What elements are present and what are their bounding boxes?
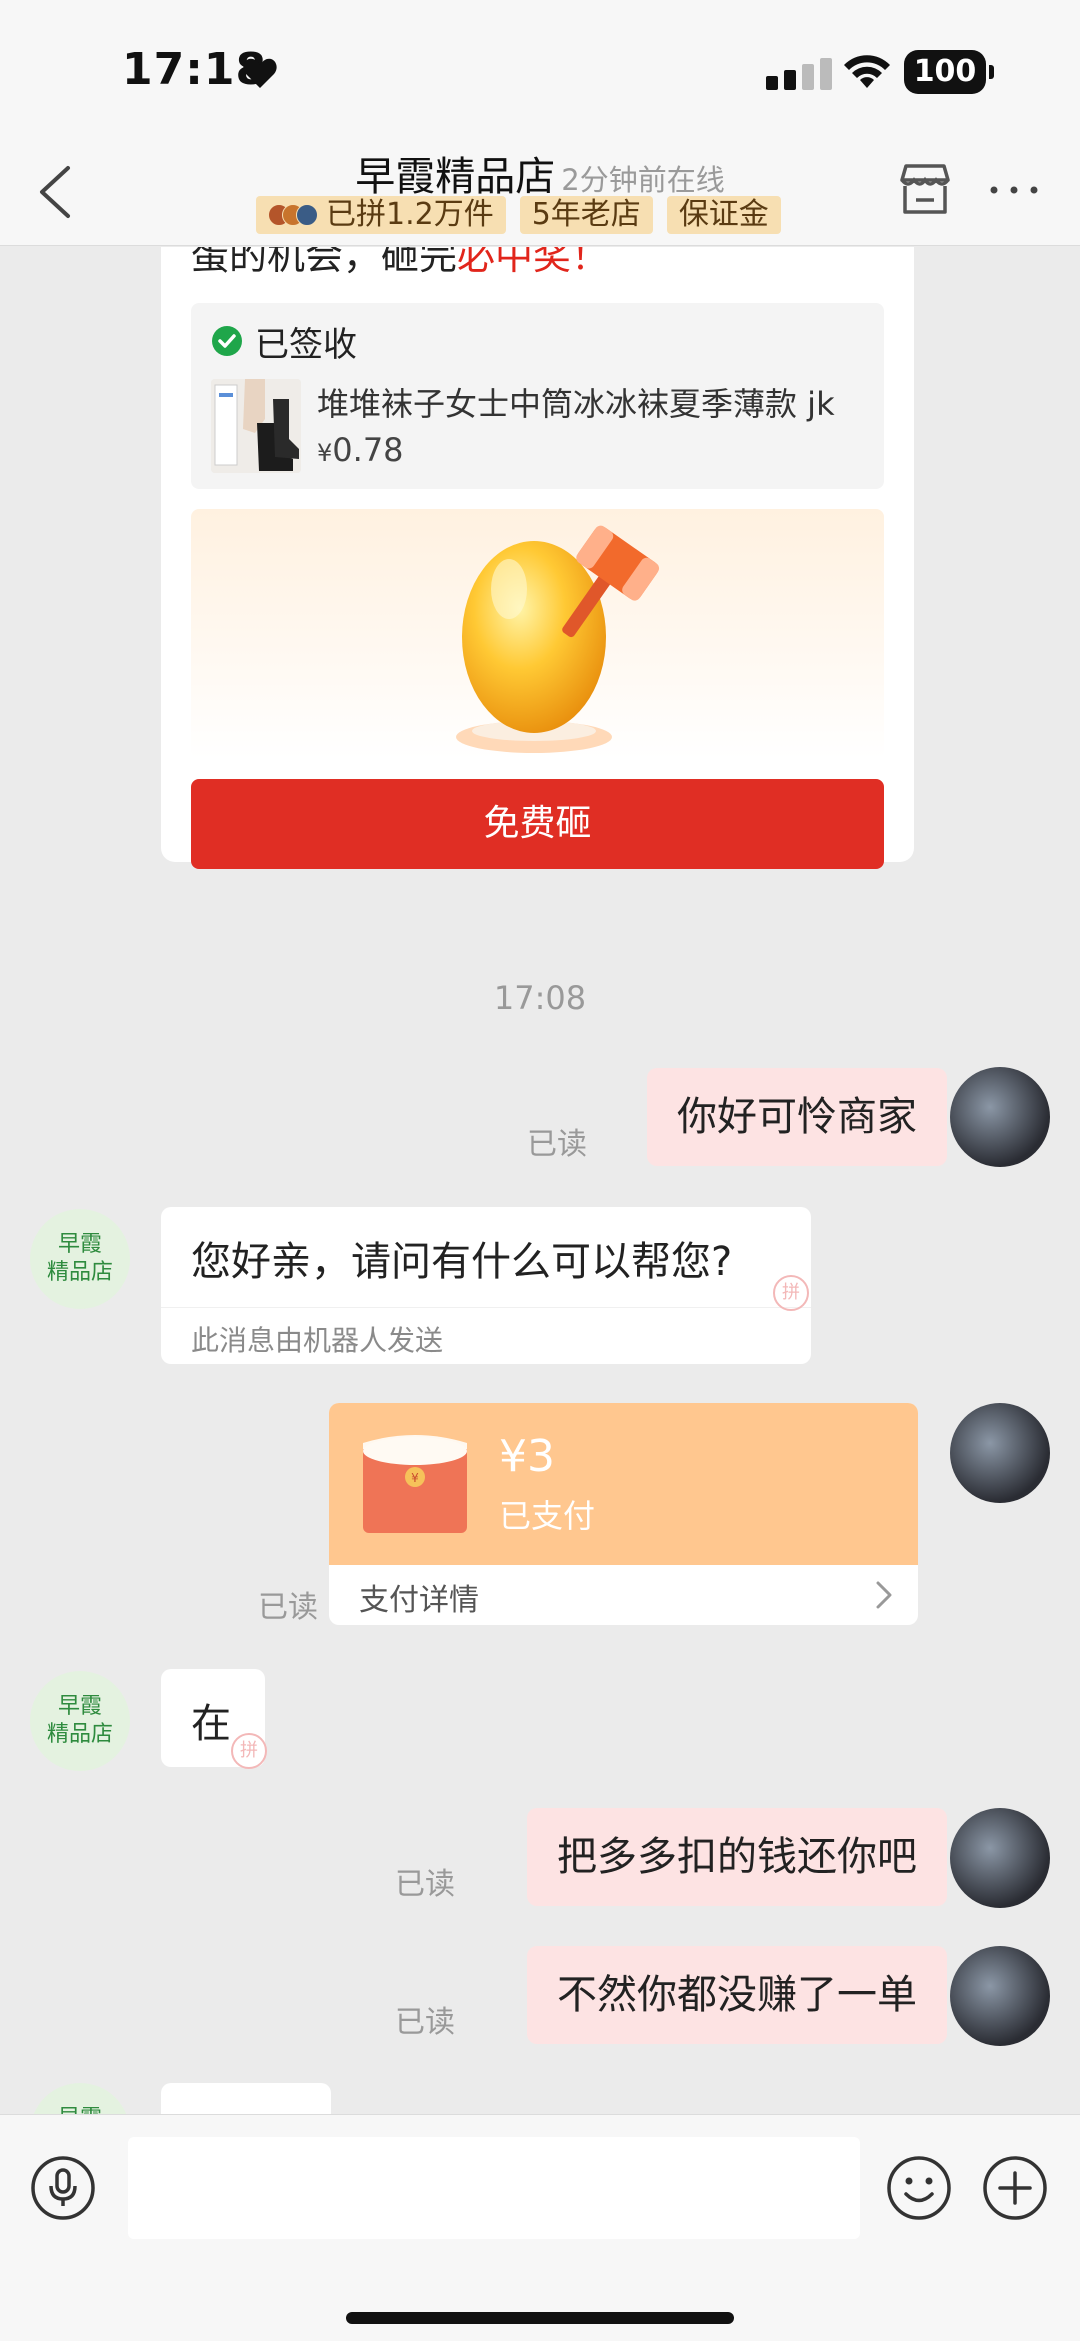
product-price: ¥0.78 bbox=[317, 431, 404, 469]
shop-avatar-line2: 精品店 bbox=[46, 1722, 113, 1747]
svg-text:¥: ¥ bbox=[411, 1471, 419, 1485]
incoming-message-text: 您好亲，请问有什么可以帮您? bbox=[191, 1239, 733, 1285]
check-circle-icon bbox=[212, 326, 242, 356]
chat-messages[interactable]: 蛋的机会，砸完必中奖！ 已签收 堆堆袜子女士中筒冰冰袜夏季薄款 jk ¥0.78 bbox=[0, 247, 1080, 2114]
red-packet-top: ¥ ¥3 已支付 bbox=[329, 1403, 918, 1565]
shop-avatar[interactable]: 早霞 bbox=[30, 2083, 130, 2114]
wifi-icon bbox=[844, 55, 890, 88]
read-receipt: 已读 bbox=[258, 1590, 318, 1625]
red-packet-card[interactable]: ¥ ¥3 已支付 支付详情 bbox=[329, 1403, 918, 1625]
sales-badge: 已拼1.2万件 bbox=[256, 196, 506, 234]
shop-avatar[interactable]: 早霞 精品店 bbox=[30, 1209, 130, 1309]
promo-text: 蛋的机会，砸完必中奖！ bbox=[191, 247, 609, 280]
chat-header: 早霞精品店 2分钟前在线 已拼1.2万件 5年老店 保证金 bbox=[0, 140, 1080, 246]
read-receipt: 已读 bbox=[527, 1127, 587, 1162]
order-item[interactable]: 已签收 堆堆袜子女士中筒冰冰袜夏季薄款 jk ¥0.78 bbox=[191, 303, 884, 489]
incoming-message[interactable]: 在 拼 bbox=[161, 1669, 267, 1769]
read-receipt: 已读 bbox=[395, 1867, 455, 1902]
product-name: 堆堆袜子女士中筒冰冰袜夏季薄款 jk bbox=[317, 385, 835, 423]
outgoing-message[interactable]: 你好可怜商家 bbox=[647, 1068, 947, 1166]
promo-text-highlight: 必中奖！ bbox=[457, 247, 610, 278]
red-packet-amount: ¥3 bbox=[499, 1431, 555, 1482]
shop-avatar-line1: 早霞 bbox=[57, 1232, 102, 1257]
outgoing-message[interactable]: 把多多扣的钱还你吧 bbox=[527, 1808, 947, 1906]
message-input[interactable] bbox=[128, 2137, 860, 2239]
pdd-watermark-icon: 拼 bbox=[773, 1275, 809, 1311]
price-currency: ¥ bbox=[317, 439, 333, 467]
pdd-watermark-icon: 拼 bbox=[231, 1733, 267, 1769]
battery-indicator: 100 bbox=[904, 50, 994, 94]
plus-icon[interactable] bbox=[982, 2155, 1048, 2221]
buyer-avatars-icon bbox=[268, 204, 318, 226]
shop-badges: 已拼1.2万件 5年老店 保证金 bbox=[256, 196, 781, 234]
read-receipt: 已读 bbox=[395, 2005, 455, 2040]
input-bar bbox=[0, 2114, 1080, 2341]
deposit-badge: 保证金 bbox=[666, 196, 781, 234]
emoji-icon[interactable] bbox=[886, 2155, 952, 2221]
red-envelope-icon: ¥ bbox=[363, 1435, 467, 1533]
store-age-badge: 5年老店 bbox=[519, 196, 653, 234]
home-indicator bbox=[346, 2312, 734, 2324]
user-avatar[interactable] bbox=[950, 1946, 1050, 2046]
microphone-icon[interactable] bbox=[30, 2155, 96, 2221]
chevron-right-icon bbox=[876, 1581, 892, 1609]
incoming-message[interactable]: 您好亲，请问有什么可以帮您? 此消息由机器人发送 拼 bbox=[161, 1207, 811, 1364]
payment-detail-link[interactable]: 支付详情 bbox=[329, 1565, 918, 1625]
cellular-signal-icon bbox=[766, 58, 832, 90]
incoming-message-text: 在 bbox=[191, 1701, 231, 1747]
status-bar: 17:18 100 bbox=[0, 0, 1080, 140]
bot-note: 此消息由机器人发送 bbox=[191, 1324, 444, 1357]
price-value: 0.78 bbox=[332, 431, 404, 469]
shop-avatar-line2: 精品店 bbox=[46, 1260, 113, 1285]
golden-egg-hammer-icon bbox=[456, 525, 660, 753]
online-status: 2分钟前在线 bbox=[561, 163, 725, 197]
message-timestamp: 17:08 bbox=[493, 979, 587, 1017]
shop-avatar[interactable]: 早霞 精品店 bbox=[30, 1671, 130, 1771]
heart-icon bbox=[243, 58, 277, 88]
storefront-icon[interactable] bbox=[894, 158, 956, 220]
free-smash-button[interactable]: 免费砸 bbox=[191, 779, 884, 869]
shop-name: 早霞精品店 bbox=[355, 154, 556, 200]
promo-text-prefix: 蛋的机会，砸完 bbox=[191, 247, 458, 278]
product-thumbnail bbox=[211, 379, 301, 473]
incoming-message-partial[interactable] bbox=[161, 2083, 331, 2114]
outgoing-message[interactable]: 不然你都没赚了一单 bbox=[527, 1946, 947, 2044]
red-packet-status: 已支付 bbox=[499, 1497, 596, 1535]
signed-status: 已签收 bbox=[255, 325, 357, 365]
shop-avatar-line1: 早霞 bbox=[30, 2105, 130, 2114]
more-options-icon[interactable] bbox=[984, 170, 1044, 210]
user-avatar[interactable] bbox=[950, 1403, 1050, 1503]
user-avatar[interactable] bbox=[950, 1067, 1050, 1167]
egg-smash-card: 蛋的机会，砸完必中奖！ 已签收 堆堆袜子女士中筒冰冰袜夏季薄款 jk ¥0.78 bbox=[161, 247, 914, 869]
sales-badge-label: 已拼1.2万件 bbox=[326, 197, 494, 232]
user-avatar[interactable] bbox=[950, 1808, 1050, 1908]
golden-egg-banner[interactable] bbox=[191, 509, 884, 759]
payment-detail-label: 支付详情 bbox=[359, 1583, 479, 1618]
shop-avatar-line1: 早霞 bbox=[57, 1694, 102, 1719]
